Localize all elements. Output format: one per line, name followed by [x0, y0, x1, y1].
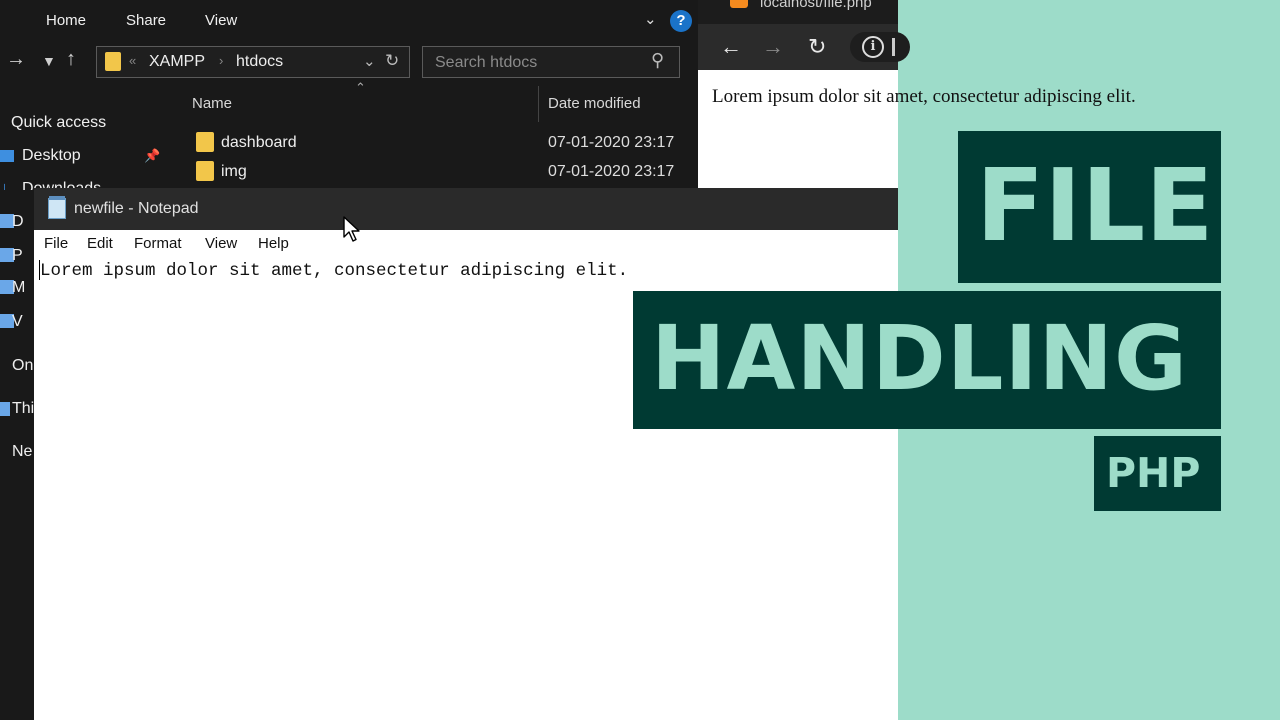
file-date: 07-01-2020 23:17 — [548, 134, 675, 151]
nav-item-partial[interactable]: M — [12, 279, 25, 297]
breadcrumb-overflow-icon[interactable]: « — [129, 53, 136, 68]
title-panel-file: FILE — [958, 131, 1221, 283]
forward-arrow-icon[interactable]: → — [6, 48, 26, 71]
title-line-php: PHP — [1106, 449, 1201, 497]
back-arrow-icon[interactable]: ← — [720, 34, 742, 60]
mouse-pointer-icon — [343, 216, 360, 242]
text-cursor — [892, 38, 895, 56]
navigation-pane-covered: D P M V On Thi Ne — [0, 190, 34, 720]
site-info-icon[interactable]: i — [862, 36, 884, 58]
forward-arrow-icon[interactable]: → — [762, 34, 784, 60]
xampp-favicon-icon — [730, 0, 748, 8]
window-title: newfile - Notepad — [74, 200, 199, 217]
nav-item-partial[interactable]: D — [12, 213, 24, 231]
up-arrow-icon[interactable]: ↑ — [66, 48, 76, 71]
nav-item-partial[interactable]: Thi — [12, 400, 34, 418]
ribbon-tab-view[interactable]: View — [205, 12, 237, 29]
notepad-icon — [48, 196, 66, 219]
file-name[interactable]: img — [221, 163, 247, 181]
sort-ascending-icon: ⌃ — [355, 80, 366, 95]
menu-file[interactable]: File — [44, 235, 68, 252]
nav-item-partial[interactable]: V — [12, 313, 23, 331]
nav-item-partial[interactable]: P — [12, 247, 23, 265]
nav-item-quick-access[interactable]: Quick access — [11, 114, 106, 132]
explorer-ribbon: Home Share View ⌄ ? — [0, 0, 698, 42]
editor-content[interactable]: Lorem ipsum dolor sit amet, consectetur … — [40, 261, 628, 281]
browser-toolbar: ← → ↻ i — [698, 24, 910, 70]
notepad-window: newfile - Notepad File Edit Format View … — [34, 188, 898, 720]
folder-icon — [196, 161, 214, 181]
help-icon[interactable]: ? — [670, 10, 692, 32]
search-box[interactable]: ⚲ — [422, 46, 680, 78]
omnibox[interactable]: i — [850, 32, 910, 62]
breadcrumb-separator-icon[interactable]: › — [219, 53, 223, 68]
column-header-name[interactable]: Name — [192, 95, 232, 112]
pin-icon[interactable]: 📌 — [144, 148, 160, 164]
title-panel-php: PHP — [1094, 436, 1221, 511]
browser-tab-bar: localhost/file.php — [698, 0, 898, 24]
file-date: 07-01-2020 23:17 — [548, 163, 675, 180]
menu-bar: File Edit Format View Help — [34, 230, 898, 256]
title-panel-handling: HANDLING — [633, 291, 1221, 429]
menu-format[interactable]: Format — [134, 235, 182, 252]
browser-tab-title[interactable]: localhost/file.php — [760, 0, 872, 11]
column-header-date-modified[interactable]: Date modified — [548, 95, 641, 112]
address-dropdown-icon[interactable]: ⌄ — [363, 52, 376, 70]
breadcrumb-htdocs[interactable]: htdocs — [236, 53, 283, 71]
refresh-icon[interactable]: ↻ — [385, 51, 399, 71]
nav-item-partial[interactable]: Ne — [12, 443, 32, 461]
reload-icon[interactable]: ↻ — [808, 34, 826, 60]
nav-item-desktop[interactable]: Desktop — [22, 147, 81, 165]
recent-locations-chevron-icon[interactable]: ▼ — [42, 53, 56, 69]
menu-edit[interactable]: Edit — [87, 235, 113, 252]
nav-item-partial[interactable]: On — [12, 357, 33, 375]
menu-view[interactable]: View — [205, 235, 237, 252]
file-explorer-window: Home Share View ⌄ ? → ▼ ↑ « XAMPP › htdo… — [0, 0, 698, 198]
breadcrumb-xampp[interactable]: XAMPP — [149, 53, 205, 71]
file-name[interactable]: dashboard — [221, 134, 297, 152]
menu-help[interactable]: Help — [258, 235, 289, 252]
ribbon-tab-home[interactable]: Home — [46, 12, 86, 29]
page-content-text: Lorem ipsum dolor sit amet, consectetur … — [712, 86, 1136, 107]
navigation-pane: Quick access Desktop 📌 ↓ Downloads — [0, 84, 164, 198]
desktop-icon — [0, 150, 14, 162]
this-pc-icon — [0, 402, 10, 416]
notepad-title-bar[interactable]: newfile - Notepad — [34, 188, 898, 230]
ribbon-expand-chevron-icon[interactable]: ⌄ — [644, 10, 657, 28]
folder-icon — [105, 52, 121, 71]
search-icon[interactable]: ⚲ — [651, 50, 664, 71]
title-line-handling: HANDLING — [651, 306, 1189, 410]
folder-icon — [196, 132, 214, 152]
ribbon-tab-share[interactable]: Share — [126, 12, 166, 29]
address-bar[interactable]: « XAMPP › htdocs ⌄ ↻ — [96, 46, 410, 78]
browser-window: localhost/file.php ← → ↻ i Lorem ipsum d… — [698, 0, 1136, 188]
column-divider[interactable] — [538, 86, 539, 122]
video-thumbnail: Home Share View ⌄ ? → ▼ ↑ « XAMPP › htdo… — [0, 0, 1280, 720]
search-input[interactable] — [433, 52, 647, 74]
title-line-file: FILE — [976, 147, 1214, 264]
